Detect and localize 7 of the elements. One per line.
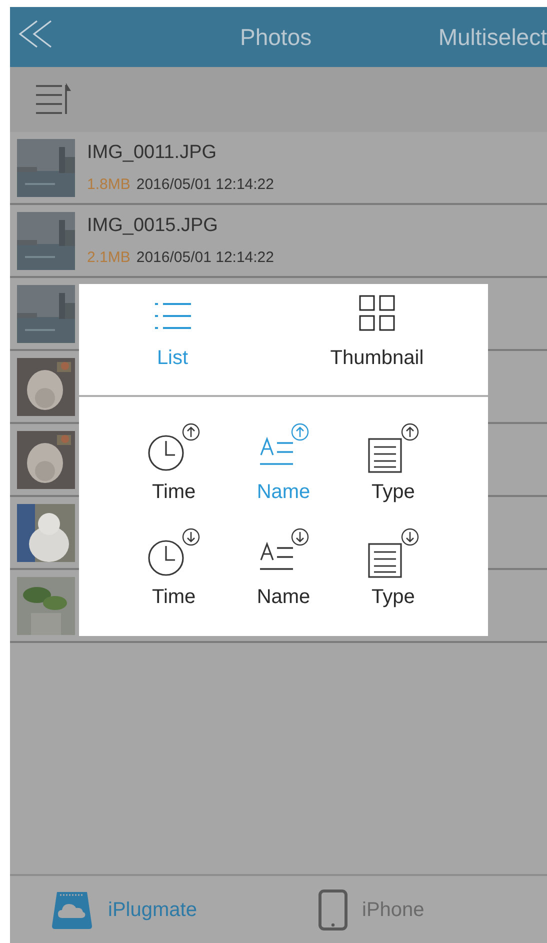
file-size: 1.8MB [87, 174, 130, 194]
file-date: 2016/05/01 12:14:22 [136, 174, 274, 194]
file-size: 2.1MB [87, 248, 130, 268]
file-date: 2016/05/01 12:14:22 [136, 248, 274, 268]
file-name: IMG_0015.JPG [87, 214, 219, 238]
screen-title: Photos [240, 22, 312, 52]
file-name: IMG_0011.JPG [87, 141, 218, 165]
